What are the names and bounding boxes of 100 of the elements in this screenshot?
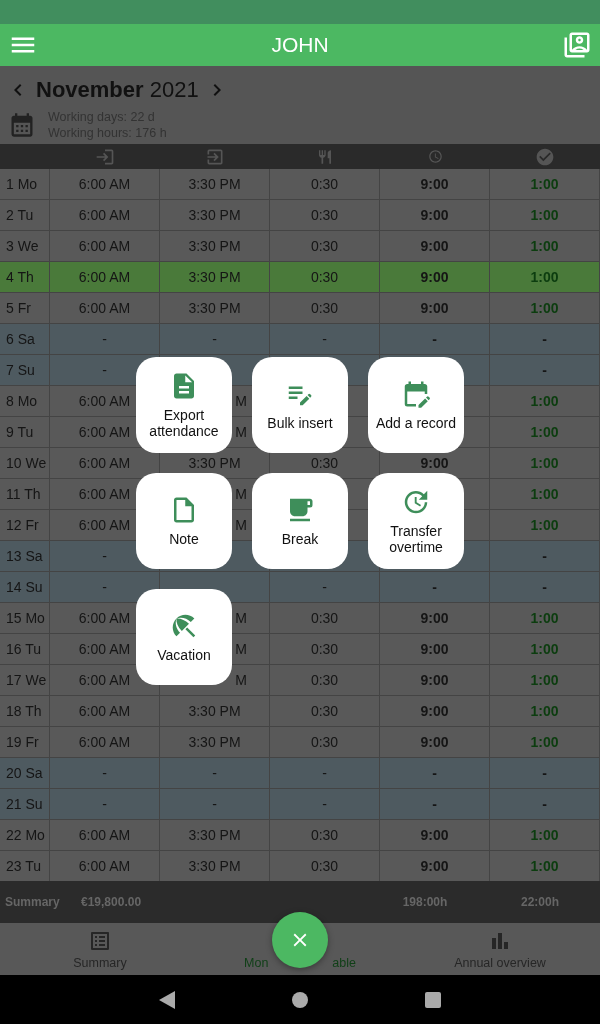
day-cell: 5 Fr [0, 293, 50, 323]
table-cell: 0:30 [270, 262, 380, 292]
day-cell: 11 Th [0, 479, 50, 509]
table-cell: 9:00 [380, 696, 490, 726]
table-row[interactable]: 17 We 6:00 AM M 0:30 9:00 1:00 [0, 665, 600, 696]
table-cell: - [160, 324, 270, 354]
table-cell: 0:30 [270, 231, 380, 261]
summary-label: Summary [4, 895, 61, 909]
table-cell: 6:00 AM [50, 727, 160, 757]
table-cell: 6:00 AM [50, 262, 160, 292]
table-cell: 9:00 [380, 727, 490, 757]
table-cell: 1:00 [490, 727, 600, 757]
table-cell: 3:30 PM [160, 200, 270, 230]
table-cell: - [380, 758, 490, 788]
menu-card[interactable]: Bulk insert [252, 357, 348, 453]
home-icon[interactable] [292, 991, 308, 1008]
table-cell: 6:00 AM [50, 293, 160, 323]
menu-card[interactable]: Export attendance [136, 357, 232, 453]
table-cell: - [490, 572, 600, 602]
table-row[interactable]: 5 Fr 6:00 AM 3:30 PM 0:30 9:00 1:00 [0, 293, 600, 324]
table-cell: 1:00 [490, 479, 600, 509]
day-cell: 4 Th [0, 262, 50, 292]
table-cell: 0:30 [270, 820, 380, 850]
table-cell: 6:00 AM [50, 169, 160, 199]
menu-card[interactable]: Vacation [136, 589, 232, 685]
table-row[interactable]: 3 We 6:00 AM 3:30 PM 0:30 9:00 1:00 [0, 231, 600, 262]
table-cell: M [235, 610, 247, 626]
table-row[interactable]: 23 Tu 6:00 AM 3:30 PM 0:30 9:00 1:00 [0, 851, 600, 881]
menu-card[interactable]: Break [252, 473, 348, 569]
day-cell: 15 Mo [0, 603, 50, 633]
table-row[interactable]: 19 Fr 6:00 AM 3:30 PM 0:30 9:00 1:00 [0, 727, 600, 758]
menu-card[interactable]: Note [136, 473, 232, 569]
recents-icon[interactable] [425, 991, 442, 1008]
table-row[interactable]: 1 Mo 6:00 AM 3:30 PM 0:30 9:00 1:00 [0, 169, 600, 200]
table-cell: 6:00 AM [50, 200, 160, 230]
day-cell: 9 Tu [0, 417, 50, 447]
table-cell: 9:00 [380, 262, 490, 292]
menu-card[interactable]: Add a record [368, 357, 464, 453]
day-cell: 18 Th [0, 696, 50, 726]
table-cell: M [235, 672, 247, 688]
day-cell: 20 Sa [0, 758, 50, 788]
table-row[interactable]: 20 Sa - - - - - [0, 758, 600, 789]
table-cell: M [235, 393, 247, 409]
table-cell: 1:00 [490, 386, 600, 416]
day-cell: 21 Su [0, 789, 50, 819]
summary-overtime: 22:00h [520, 895, 560, 909]
table-cell: M [235, 641, 247, 657]
table-row[interactable]: 21 Su - - - - - [0, 789, 600, 820]
table-cell: - [270, 789, 380, 819]
table-cell: 3:30 PM [160, 262, 270, 292]
table-cell: 1:00 [490, 448, 600, 478]
table-cell: - [270, 572, 380, 602]
table-cell: 3:30 PM [160, 696, 270, 726]
table-cell: 1:00 [490, 169, 600, 199]
table-row[interactable]: 14 Su - - - - [0, 572, 600, 603]
table-cell: 1:00 [490, 634, 600, 664]
table-row[interactable]: 22 Mo 6:00 AM 3:30 PM 0:30 9:00 1:00 [0, 820, 600, 851]
nav-tab[interactable]: Mon able [200, 923, 400, 975]
table-row[interactable]: 2 Tu 6:00 AM 3:30 PM 0:30 9:00 1:00 [0, 200, 600, 231]
back-icon[interactable] [158, 990, 175, 1009]
table-cell: 1:00 [490, 200, 600, 230]
table-cell: - [490, 355, 600, 385]
table-cell: - [50, 324, 160, 354]
table-cell: 0:30 [270, 634, 380, 664]
day-cell: 10 We [0, 448, 50, 478]
day-cell: 19 Fr [0, 727, 50, 757]
day-cell: 7 Su [0, 355, 50, 385]
day-cell: 1 Mo [0, 169, 50, 199]
table-cell: - [160, 758, 270, 788]
day-cell: 6 Sa [0, 324, 50, 354]
day-cell: 2 Tu [0, 200, 50, 230]
clock-icon [427, 149, 443, 164]
table-cell: 1:00 [490, 231, 600, 261]
table-row[interactable]: 6 Sa - - - - - [0, 324, 600, 355]
table-cell: - [270, 758, 380, 788]
table-cell: 3:30 PM [160, 169, 270, 199]
table-cell: 9:00 [380, 820, 490, 850]
table-cell: - [380, 789, 490, 819]
table-cell: 9:00 [380, 293, 490, 323]
menu-card[interactable]: Transfer overtime [368, 473, 464, 569]
table-cell: 3:30 PM [160, 820, 270, 850]
table-cell: 6:00 AM [50, 820, 160, 850]
table-cell: M [235, 424, 247, 440]
table-cell: 6:00 AM [50, 231, 160, 261]
table-row[interactable]: 18 Th 6:00 AM 3:30 PM 0:30 9:00 1:00 [0, 696, 600, 727]
table-cell: - [490, 758, 600, 788]
table-cell: 3:30 PM [160, 727, 270, 757]
table-row[interactable]: 4 Th 6:00 AM 3:30 PM 0:30 9:00 1:00 [0, 262, 600, 293]
table-cell: 9:00 [380, 603, 490, 633]
day-cell: 13 Sa [0, 541, 50, 571]
table-cell: 9:00 [380, 634, 490, 664]
month-title: November 2021 [36, 77, 199, 103]
table-cell: 1:00 [490, 417, 600, 447]
table-cell: 1:00 [490, 665, 600, 695]
table-cell: 9:00 [380, 200, 490, 230]
day-cell: 22 Mo [0, 820, 50, 850]
day-cell: 14 Su [0, 572, 50, 602]
table-cell: 6:00 AM [50, 696, 160, 726]
table-cell: - [490, 789, 600, 819]
table-cell: 1:00 [490, 820, 600, 850]
